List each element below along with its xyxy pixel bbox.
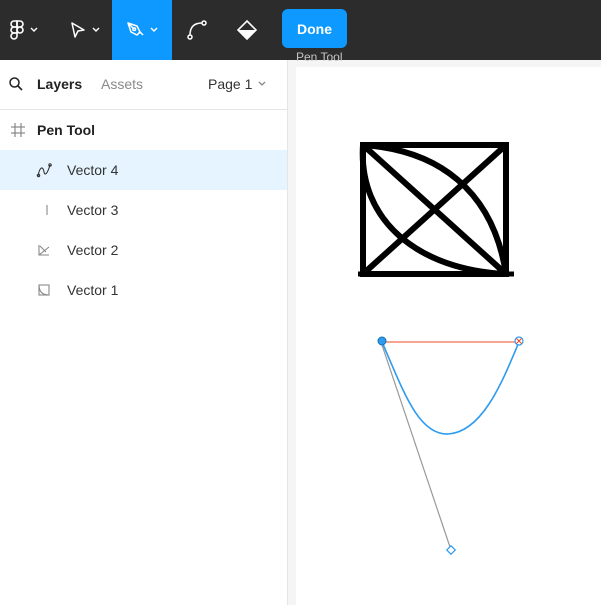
frame-label: Pen Tool — [37, 122, 96, 138]
handle-line — [381, 344, 452, 551]
layer-label: Vector 3 — [67, 202, 119, 218]
tab-assets[interactable]: Assets — [101, 76, 143, 92]
layer-row-frame[interactable]: Pen Tool — [0, 110, 287, 150]
canvas[interactable]: Pen Tool — [288, 50, 601, 605]
paint-bucket-button[interactable] — [222, 0, 272, 60]
chevron-down-icon — [258, 81, 266, 86]
paint-bucket-icon — [236, 19, 258, 41]
layer-row-vector-1[interactable]: Vector 1 — [0, 270, 287, 310]
page-selector[interactable]: Page 1 — [208, 76, 266, 92]
pen-icon — [127, 22, 144, 36]
layer-row-vector-2[interactable]: Vector 2 — [0, 230, 287, 270]
frame-icon — [11, 123, 25, 137]
canvas-drawing — [358, 142, 524, 556]
search-icon[interactable] — [8, 76, 24, 92]
vector-artwork[interactable] — [358, 142, 514, 277]
vector-curve-icon — [36, 163, 52, 178]
main-menu-button[interactable] — [0, 0, 48, 60]
chevron-down-icon — [92, 27, 100, 32]
handle-point[interactable] — [445, 544, 457, 556]
layer-row-vector-3[interactable]: Vector 3 — [0, 190, 287, 230]
move-tool-button[interactable] — [58, 0, 112, 60]
layer-label: Vector 2 — [67, 242, 119, 258]
anchor-point[interactable] — [377, 336, 387, 346]
panel-tabs: Layers Assets Page 1 — [0, 60, 287, 110]
pen-path[interactable] — [377, 336, 524, 556]
pen-tool-button[interactable] — [112, 0, 172, 60]
chevron-down-icon — [150, 27, 158, 32]
bend-tool-button[interactable] — [172, 0, 222, 60]
figma-logo-icon — [10, 20, 24, 40]
anchor-point-end[interactable] — [514, 336, 524, 346]
layer-row-vector-4[interactable]: Vector 4 — [0, 150, 287, 190]
done-button[interactable]: Done — [282, 9, 347, 48]
chevron-down-icon — [30, 27, 38, 32]
vector-angle-icon — [38, 245, 50, 256]
layer-label: Vector 4 — [67, 162, 119, 178]
layers-panel: Layers Assets Page 1 Pen Tool Vector 4 V… — [0, 60, 288, 605]
tab-layers[interactable]: Layers — [37, 76, 82, 92]
page-selector-label: Page 1 — [208, 76, 253, 92]
bezier-curve — [381, 341, 520, 435]
vector-shape-icon — [38, 284, 50, 296]
layer-label: Vector 1 — [67, 282, 119, 298]
cursor-arrow-icon — [71, 22, 85, 38]
bend-tool-icon — [187, 20, 207, 40]
vector-line-icon — [46, 205, 48, 215]
